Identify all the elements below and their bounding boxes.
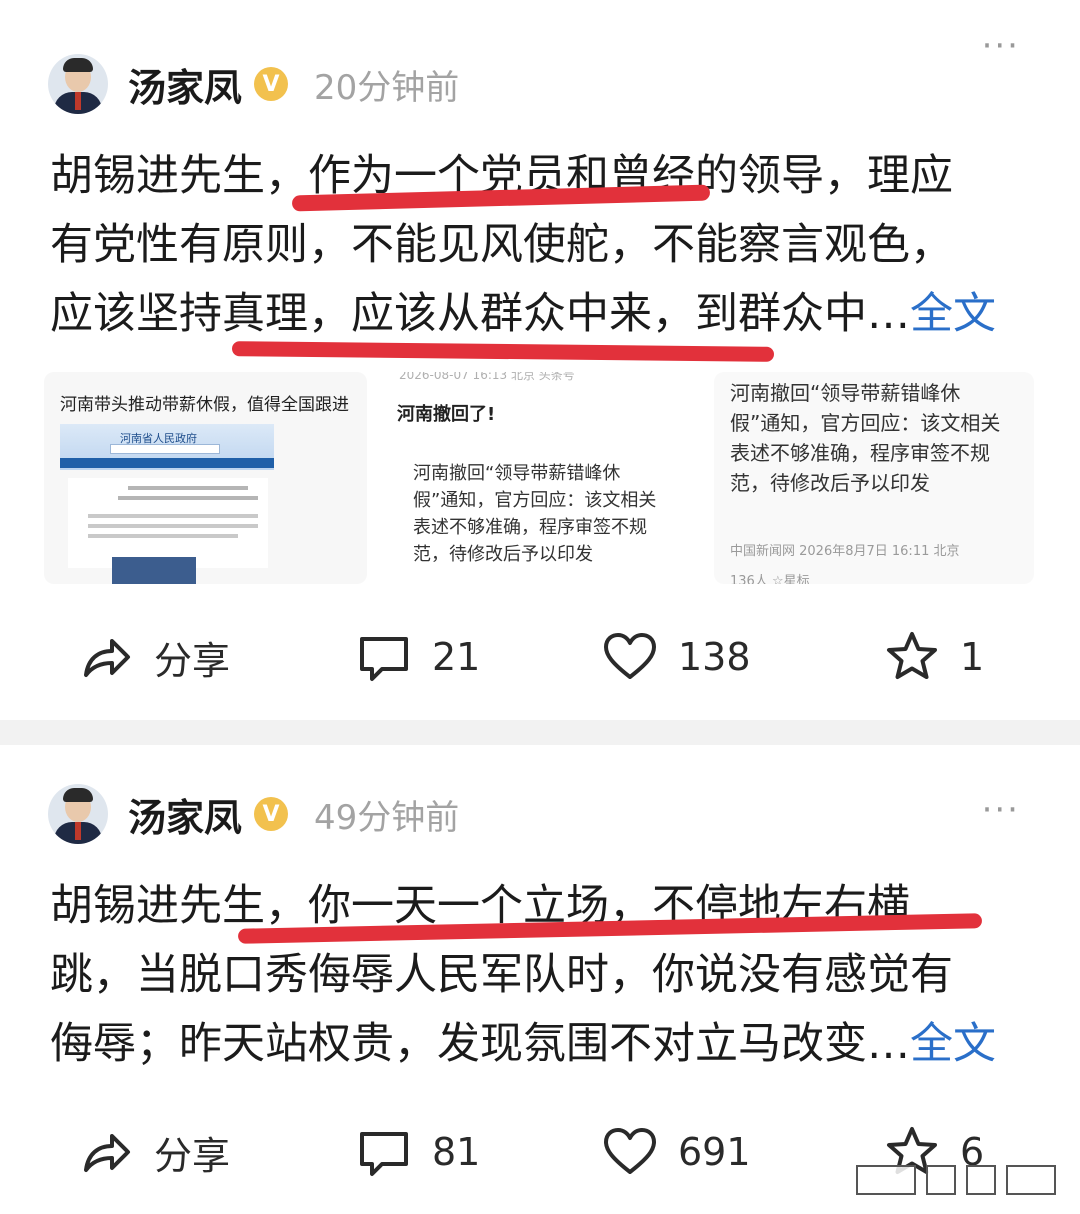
like-count: 691 xyxy=(678,1130,751,1174)
comment-button[interactable]: 81 xyxy=(356,1117,480,1187)
image-grid: 河南带头推动带薪休假，值得全国跟进 河南省人民政府 2026-08-07 16:… xyxy=(44,372,1034,584)
post-header: 汤家凤 V 49分钟前 xyxy=(48,782,459,846)
comment-icon xyxy=(360,1132,408,1176)
share-icon xyxy=(84,639,130,677)
share-button[interactable]: 分享 xyxy=(78,622,230,692)
post-text-line: 应该坚持真理，应该从群众中来，到群众中…全文 xyxy=(50,289,996,339)
post-card: 汤家凤 V 49分钟前 ··· 胡锡进先生，你一天一个立场，不停地左右横 跳，当… xyxy=(0,745,1080,1214)
post-text[interactable]: 胡锡进先生，你一天一个立场，不停地左右横 跳，当脱口秀侮辱人民军队时，你说没有感… xyxy=(50,872,1040,1079)
site-search-box xyxy=(110,444,220,454)
comment-count: 81 xyxy=(432,1130,481,1174)
site-nav-bar xyxy=(60,458,274,468)
post-text-line: 有党性有原则，不能见风使舵，不能察言观色， xyxy=(50,220,953,270)
post-card: 汤家凤 V 20分钟前 ··· 胡锡进先生，作为一个党员和曾经的领导，理应 有党… xyxy=(0,0,1080,720)
post-separator xyxy=(0,720,1080,745)
avatar[interactable] xyxy=(48,784,108,844)
photo-block xyxy=(112,557,196,584)
favorite-icon xyxy=(887,632,937,679)
article-body: 河南撤回“领导带薪错峰休假”通知，官方回应：该文相关表述不够准确，程序审签不规范… xyxy=(413,463,657,565)
author-name[interactable]: 汤家凤 xyxy=(128,57,242,112)
like-count: 138 xyxy=(678,635,751,679)
comment-count: 21 xyxy=(432,635,481,679)
post-text-line: 跳，当脱口秀侮辱人民军队时，你说没有感觉有 xyxy=(50,950,953,1000)
like-icon xyxy=(604,1128,656,1174)
share-label: 分享 xyxy=(154,1133,231,1178)
like-icon xyxy=(604,633,656,679)
verified-badge-icon: V xyxy=(254,797,289,831)
article-source: 中国新闻网 2026年8月7日 16:11 北京 xyxy=(730,544,960,559)
thumbnail-title: 河南带头推动带薪休假，值得全国跟进 xyxy=(60,395,349,415)
favorite-button[interactable]: 1 xyxy=(884,622,984,692)
comment-icon xyxy=(360,637,408,681)
fulltext-link[interactable]: 全文 xyxy=(910,1019,996,1069)
more-icon[interactable]: ··· xyxy=(982,26,1020,66)
article-stats: 136人 ☆星标 xyxy=(730,574,810,584)
share-button[interactable]: 分享 xyxy=(78,1117,230,1187)
post-text[interactable]: 胡锡进先生，作为一个党员和曾经的领导，理应 有党性有原则，不能见风使舵，不能察言… xyxy=(50,142,1040,349)
author-name[interactable]: 汤家凤 xyxy=(128,787,242,842)
article-meta: 2026-08-07 16:13 北京 头条号 xyxy=(399,372,575,382)
favorite-count: 1 xyxy=(960,635,985,679)
article-body: 河南撤回“领导带薪错峰休假”通知，官方回应：该文相关表述不够准确，程序审签不规范… xyxy=(730,381,1001,495)
avatar[interactable] xyxy=(48,54,108,114)
like-button[interactable]: 691 xyxy=(602,1117,751,1187)
post-header: 汤家凤 V 20分钟前 xyxy=(48,52,459,116)
like-button[interactable]: 138 xyxy=(602,622,751,692)
more-icon[interactable]: ··· xyxy=(982,790,1020,830)
share-icon xyxy=(84,1134,130,1172)
share-label: 分享 xyxy=(154,638,231,683)
image-thumbnail[interactable]: 河南撤回“领导带薪错峰休假”通知，官方回应：该文相关表述不够准确，程序审签不规范… xyxy=(714,372,1034,584)
action-bar: 分享 21 138 1 xyxy=(0,622,1080,692)
article-headline: 河南撤回了! xyxy=(397,404,496,425)
watermark-logo xyxy=(856,1164,1056,1196)
document-preview xyxy=(68,478,268,568)
post-time: 49分钟前 xyxy=(314,797,460,838)
comment-button[interactable]: 21 xyxy=(356,622,480,692)
image-thumbnail[interactable]: 河南带头推动带薪休假，值得全国跟进 河南省人民政府 xyxy=(44,372,367,584)
post-time: 20分钟前 xyxy=(314,67,460,108)
image-thumbnail[interactable]: 2026-08-07 16:13 北京 头条号 河南撤回了! 河南撤回“领导带薪… xyxy=(379,372,702,584)
fulltext-link[interactable]: 全文 xyxy=(910,289,996,339)
post-text-line: 侮辱；昨天站权贵，发现氛围不对立马改变…全文 xyxy=(50,1019,996,1069)
verified-badge-icon: V xyxy=(254,67,289,101)
